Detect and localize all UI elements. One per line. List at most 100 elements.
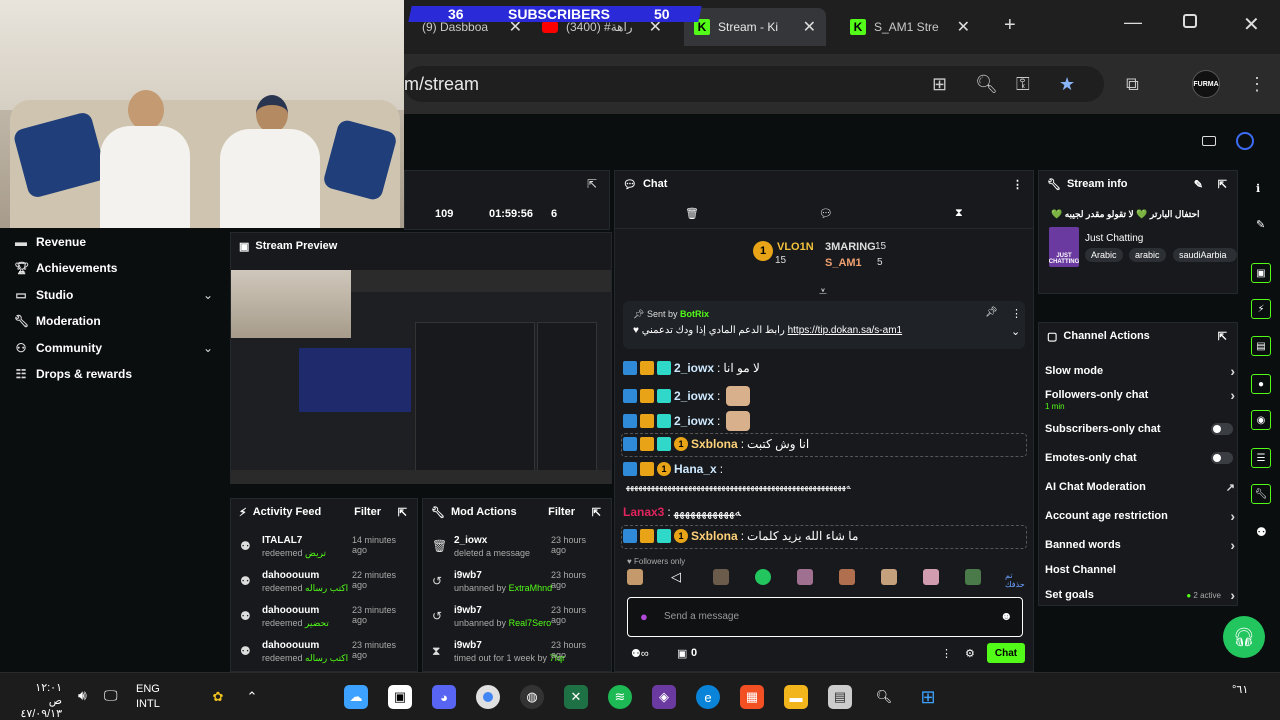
excel-icon[interactable]: ✕ — [564, 685, 588, 709]
chat-input[interactable]: ● Send a message ☻ — [627, 597, 1023, 637]
support-headset-icon[interactable]: 🎧︎ — [1223, 616, 1265, 658]
close-window-button[interactable]: ✕ — [1243, 12, 1260, 37]
extensions-icon[interactable]: ⧉ — [1126, 74, 1139, 95]
pin-icon[interactable]: 📌︎ — [985, 307, 998, 318]
emote-image[interactable] — [839, 569, 855, 585]
activity-user[interactable]: ITALAL7 — [262, 535, 302, 546]
weather-temperature[interactable]: °٦١ — [1232, 683, 1248, 696]
sidebar-item-achievements[interactable]: 🏆︎ Achievements — [14, 261, 117, 275]
action-slow-mode[interactable]: Slow mode › — [1045, 363, 1241, 379]
pinned-sender[interactable]: BotRix — [680, 309, 709, 319]
expand-icon[interactable]: ⇱ — [398, 506, 407, 519]
rail-button-wrench[interactable]: 🔧︎ — [1251, 484, 1271, 504]
emote-image[interactable] — [713, 569, 729, 585]
tab-s-am1[interactable]: K S_AM1 Stre ✕ — [840, 8, 980, 46]
sidebar-item-studio[interactable]: ▭ Studio — [14, 288, 73, 302]
stream-preview-video[interactable] — [231, 270, 611, 484]
store-icon[interactable]: ▦ — [740, 685, 764, 709]
translate-icon[interactable]: ⊞ — [932, 74, 947, 95]
app-icon[interactable]: ☁ — [344, 685, 368, 709]
language-indicator[interactable]: ENG — [136, 682, 160, 697]
rail-button-list[interactable]: ☰ — [1251, 448, 1271, 468]
hourglass-icon[interactable]: ⧗ — [955, 207, 963, 220]
mod-action-user[interactable]: 2_iowx — [454, 535, 487, 546]
chat-username[interactable]: 2_iowx — [674, 414, 714, 428]
leader-name[interactable]: VLO1N — [777, 241, 814, 253]
clock-time[interactable]: ١٢:٠١ ص — [20, 681, 62, 707]
toggle-switch[interactable] — [1211, 452, 1233, 464]
zoom-icon[interactable]: 🔍︎ — [975, 74, 998, 95]
action-banned-words[interactable]: Banned words › — [1045, 537, 1241, 553]
mod-action-user[interactable]: i9wb7 — [454, 570, 482, 581]
collapse-icon[interactable]: ⩡ — [819, 283, 827, 300]
leader-name[interactable]: 3MARING — [825, 241, 876, 253]
community-icon[interactable]: ⚉ — [1256, 525, 1267, 539]
chat-bubble-icon[interactable]: 💬︎ — [819, 207, 833, 220]
edit-icon[interactable]: ✎ — [1194, 178, 1203, 191]
network-icon[interactable]: 🖵 — [104, 687, 118, 704]
expand-icon[interactable]: ⇱ — [587, 177, 597, 191]
rail-button-screen[interactable]: ▣ — [1251, 263, 1271, 283]
action-followers-only[interactable]: Followers-only chat › — [1045, 387, 1241, 403]
emote-image[interactable] — [755, 569, 771, 585]
trash-icon[interactable]: 🗑︎ — [685, 207, 699, 220]
sidebar-item-revenue[interactable]: ▬ Revenue — [14, 235, 86, 249]
chrome-icon[interactable] — [476, 685, 500, 709]
mod-action-user[interactable]: i9wb7 — [454, 640, 482, 651]
rail-button-lightning[interactable]: ⚡︎ — [1251, 299, 1271, 319]
pinned-link[interactable]: https://tip.dokan.sa/s-am1 — [788, 325, 903, 336]
app-icon[interactable]: ◈ — [652, 685, 676, 709]
gear-icon[interactable]: ⚙ — [965, 647, 975, 660]
restore-button[interactable] — [1183, 14, 1197, 28]
expand-icon[interactable]: ⇱ — [1218, 330, 1227, 343]
tag-chip[interactable]: saudiAarbia — [1173, 248, 1237, 262]
close-icon[interactable]: ✕ — [803, 17, 816, 37]
menu-dots-icon[interactable]: ⋮ — [1011, 307, 1022, 320]
discord-icon[interactable]: ◕ — [432, 685, 456, 709]
sidebar-item-moderation[interactable]: 🔧︎ Moderation — [14, 314, 101, 328]
kick-status-icon[interactable] — [1236, 132, 1254, 150]
keyboard-layout-indicator[interactable]: INTL — [136, 697, 160, 712]
start-windows-icon[interactable]: ⊞ — [916, 685, 940, 709]
address-bar[interactable]: m/stream — [404, 66, 1104, 102]
filter-button[interactable]: Filter — [548, 506, 575, 518]
chat-username[interactable]: Sxblona — [691, 437, 738, 451]
menu-dots-icon[interactable]: ⋮ — [1012, 178, 1023, 191]
chevron-down-icon[interactable]: ⌄ — [1011, 325, 1020, 338]
chat-username[interactable]: Sxblona — [691, 529, 738, 543]
spotify-icon[interactable]: ≋ — [608, 685, 632, 709]
app-icon[interactable]: ▣ — [388, 685, 412, 709]
chat-username[interactable]: 2_iowx — [674, 361, 714, 375]
emote-image[interactable] — [965, 569, 981, 585]
chat-username[interactable]: 2_iowx — [674, 389, 714, 403]
tag-chip[interactable]: Arabic — [1085, 248, 1123, 262]
search-icon[interactable]: 🔍︎ — [872, 685, 896, 709]
emote-text[interactable]: تم حذفك — [1005, 571, 1027, 589]
action-set-goals[interactable]: Set goals ● 2 active › — [1045, 587, 1241, 603]
mic-icon[interactable]: ● — [640, 609, 648, 624]
expand-icon[interactable]: ⇱ — [592, 506, 601, 519]
send-chat-button[interactable]: Chat — [987, 643, 1025, 663]
theater-icon[interactable] — [1202, 136, 1216, 146]
obs-icon[interactable]: ◍ — [520, 685, 544, 709]
activity-user[interactable]: dahooouum — [262, 640, 319, 651]
action-emotes-only[interactable]: Emotes-only chat — [1045, 452, 1241, 464]
tab-stream-active[interactable]: K Stream - Ki ✕ — [684, 8, 826, 46]
action-host-channel[interactable]: Host Channel — [1045, 564, 1241, 576]
new-tab-button[interactable]: + — [1004, 14, 1016, 37]
category-art[interactable]: JUST CHATTING — [1049, 227, 1079, 267]
profile-avatar[interactable]: FURMA — [1192, 70, 1220, 98]
action-subscribers-only[interactable]: Subscribers-only chat — [1045, 423, 1241, 435]
mod-action-user[interactable]: i9wb7 — [454, 605, 482, 616]
chevron-down-icon[interactable]: ⌄ — [203, 288, 213, 302]
filter-button[interactable]: Filter — [354, 506, 381, 518]
emote-image[interactable]: ◁ — [671, 569, 681, 585]
close-icon[interactable]: ✕ — [957, 17, 970, 37]
edge-icon[interactable]: e — [696, 685, 720, 709]
volume-icon[interactable]: 🔊︎ — [78, 687, 87, 704]
chat-username[interactable]: Lanax3 — [623, 505, 664, 519]
chat-username[interactable]: Hana_x — [674, 462, 717, 476]
community-icon[interactable]: ⚉∞ — [631, 647, 649, 660]
category-name[interactable]: Just Chatting — [1085, 233, 1143, 244]
activity-user[interactable]: dahooouum — [262, 570, 319, 581]
